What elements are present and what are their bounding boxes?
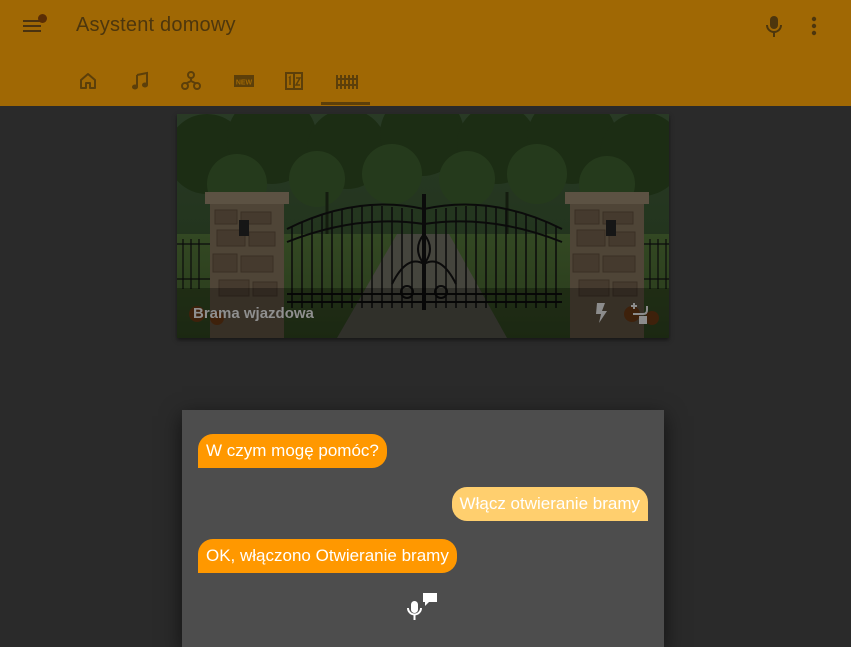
tab-music[interactable] [118, 66, 162, 102]
voice-assistant-dialog: W czym mogę pomóc? Włącz otwieranie bram… [182, 410, 664, 647]
app-header: Asystent domowy NEW [0, 0, 851, 106]
tab-numeric[interactable] [272, 66, 316, 102]
assistant-message: W czym mogę pomóc? [198, 434, 387, 468]
home-icon [80, 73, 96, 89]
microphone-message-icon [407, 593, 437, 620]
voice-command-button[interactable] [762, 14, 786, 40]
dots-vertical-icon [811, 16, 817, 36]
microphone-icon [766, 16, 782, 37]
app-title: Asystent domowy [76, 14, 236, 36]
flash-icon [596, 303, 607, 323]
network-icon [181, 71, 201, 90]
notification-dot [38, 14, 47, 23]
tab-new[interactable]: NEW [221, 66, 265, 102]
new-box-icon: NEW [234, 75, 254, 87]
more-options-button[interactable] [804, 14, 824, 40]
numeric-box-icon [285, 72, 303, 90]
tab-network[interactable] [169, 66, 213, 102]
gate-icon [336, 75, 358, 89]
toggle-switch-icon [631, 303, 648, 324]
music-note-icon [132, 71, 148, 90]
svg-text:NEW: NEW [236, 80, 253, 87]
tab-home[interactable] [66, 66, 110, 102]
dialog-mic-button[interactable] [406, 591, 442, 627]
gate-toggle-button[interactable] [627, 300, 653, 326]
gate-picture-card[interactable]: Brama wjazdowa [177, 114, 669, 338]
gate-name-label: Brama wjazdowa [193, 305, 314, 322]
selected-tab-indicator [321, 102, 370, 105]
menu-button[interactable] [18, 12, 47, 40]
user-message: Włącz otwieranie bramy [451, 487, 648, 521]
tab-gate[interactable] [323, 66, 367, 102]
gate-flash-button[interactable] [589, 300, 615, 326]
assistant-message: OK, włączono Otwieranie bramy [198, 539, 457, 573]
